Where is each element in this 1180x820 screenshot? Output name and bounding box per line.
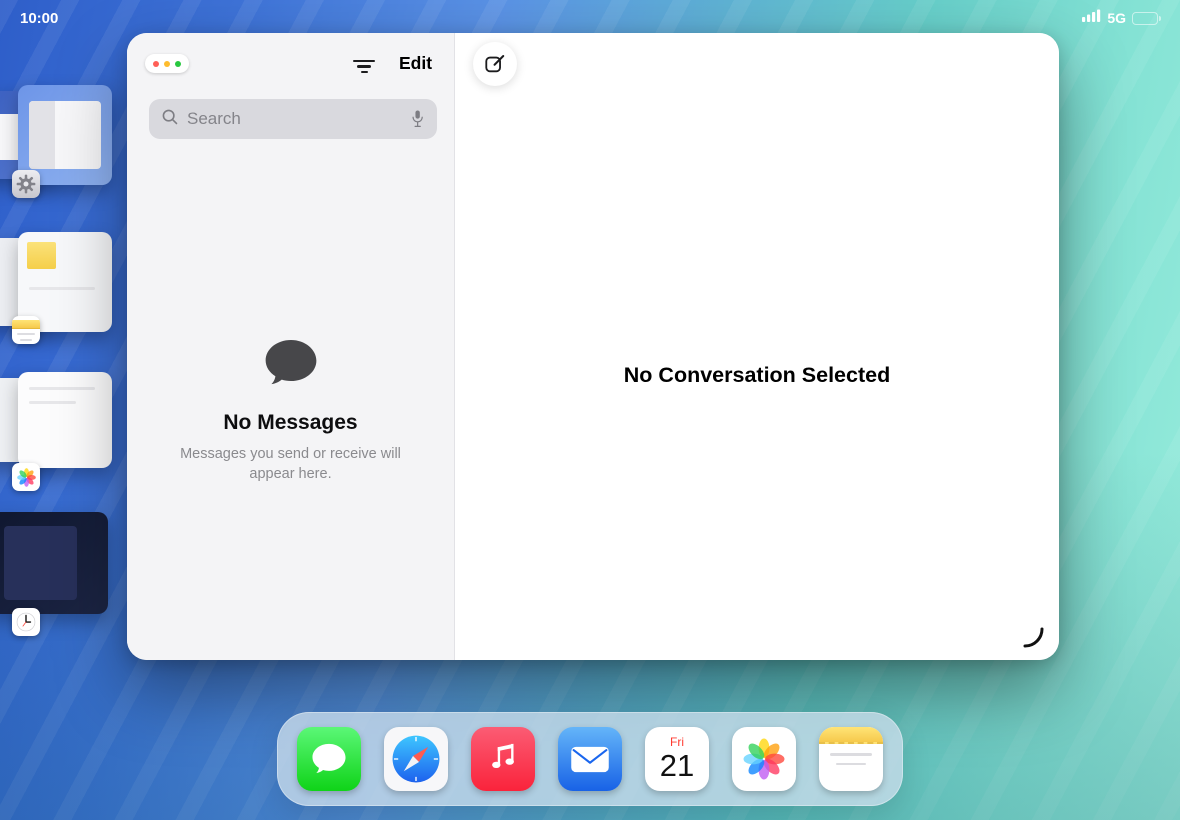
ipad-screen: 10:00 5G Edit Search No Messages Message… [0,0,1180,820]
messages-window: Edit Search No Messages Messages you sen… [127,33,1059,660]
filters-button[interactable] [349,55,379,75]
notes-icon-line [829,753,873,756]
sticky-note [27,242,56,269]
notes-icon-line [19,338,33,341]
recent-app-settings[interactable] [0,85,118,220]
photos-icon[interactable] [12,463,40,491]
conversation-detail-pane: No Conversation Selected [455,33,1059,660]
battery-nub [1158,15,1161,21]
empty-state-title: No Messages [223,411,358,434]
empty-state-description: Messages you send or receive will appear… [180,446,401,483]
dock-safari-icon[interactable] [384,727,448,791]
dock-notes-icon[interactable] [819,727,883,791]
dock-photos-icon[interactable] [732,727,796,791]
clock-icon[interactable] [12,608,40,636]
mini-window [29,101,101,169]
search-input[interactable] [187,109,402,129]
notes-icon-line [17,332,35,335]
dock-music-icon[interactable] [471,727,535,791]
battery-icon [1132,11,1161,25]
recent-app-clock[interactable] [0,512,118,647]
recent-app-photos[interactable] [0,372,118,507]
notes-icon-line [835,762,867,765]
clock-window-thumbnail[interactable] [0,512,108,614]
calendar-weekday: Fri [670,735,684,750]
window-minimize-dot[interactable] [164,60,170,67]
network-type-label: 5G [1107,10,1126,26]
dock-mail-icon[interactable] [558,727,622,791]
filter-line [357,65,371,68]
conversation-list-pane: Edit Search No Messages Messages you sen… [127,33,455,660]
window-resize-handle[interactable] [1021,625,1045,654]
notes-icon-band [819,727,883,744]
search-field[interactable] [149,99,437,139]
edit-button[interactable]: Edit [399,53,432,74]
dock-messages-icon[interactable] [297,727,361,791]
content-line [29,387,96,391]
settings-gear-icon[interactable] [12,170,40,198]
dock: Fri 21 [277,712,903,806]
photos-window-thumbnail[interactable] [18,372,112,468]
recent-app-notes[interactable] [0,232,118,367]
window-close-dot[interactable] [153,60,159,67]
content-line [29,287,96,290]
status-bar: 10:00 5G [0,0,1180,30]
window-zoom-dot[interactable] [175,60,181,67]
no-messages-empty-state: No Messages Messages you send or receive… [127,337,454,485]
filter-line [360,70,368,74]
notes-icon[interactable] [12,316,40,344]
mini-window-sidebar [29,101,55,169]
microphone-icon[interactable] [410,109,425,129]
window-controls[interactable] [145,54,189,73]
no-conversation-title: No Conversation Selected [623,363,891,387]
compose-button[interactable] [473,42,517,86]
chat-bubble-icon [262,337,320,395]
dock-calendar-icon[interactable]: Fri 21 [645,727,709,791]
filter-line [353,59,375,63]
mini-window [4,526,78,600]
content-line [29,400,77,404]
cellular-signal-icon [1082,9,1101,27]
status-right-cluster: 5G [1082,9,1162,27]
notes-icon-band [12,319,40,329]
status-time: 10:00 [20,9,59,27]
search-icon [161,108,179,131]
calendar-day: 21 [659,748,695,784]
